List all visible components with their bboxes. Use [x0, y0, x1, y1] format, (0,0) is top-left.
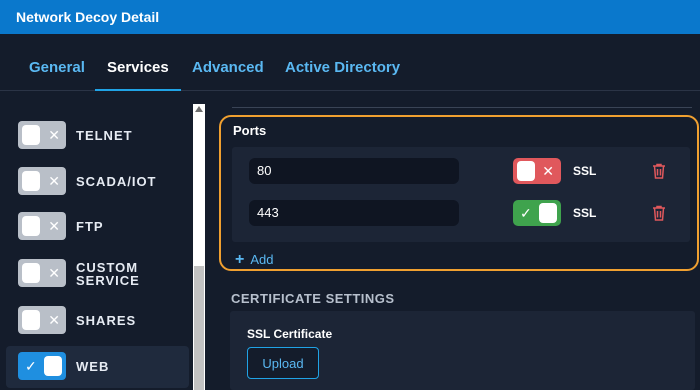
- plus-icon: +: [235, 251, 245, 268]
- close-icon: ✕: [48, 312, 60, 328]
- tab-bar: General Services Advanced Active Directo…: [0, 34, 700, 91]
- service-toggle-scada-iot[interactable]: ✕: [18, 167, 66, 195]
- title-bar: Network Decoy Detail: [0, 0, 700, 34]
- check-icon: ✓: [25, 358, 37, 374]
- service-row-web[interactable]: ✓ WEB: [6, 346, 189, 388]
- certificate-settings-title: CERTIFICATE SETTINGS: [231, 291, 395, 306]
- ssl-toggle[interactable]: ✕: [513, 158, 561, 184]
- upload-button[interactable]: Upload: [247, 347, 319, 379]
- scroll-up-arrow-icon[interactable]: [195, 106, 203, 112]
- tab-advanced[interactable]: Advanced: [192, 34, 264, 90]
- service-toggle-shares[interactable]: ✕: [18, 306, 66, 334]
- port-input[interactable]: 80: [249, 158, 459, 184]
- service-toggle-telnet[interactable]: ✕: [18, 121, 66, 149]
- ports-title: Ports: [233, 123, 267, 138]
- service-label-web: WEB: [76, 359, 110, 374]
- ssl-label: SSL: [573, 164, 597, 178]
- close-icon: ✕: [48, 265, 60, 281]
- add-port-label: Add: [250, 252, 274, 267]
- service-row-scada-iot[interactable]: ✕ SCADA/IOT: [6, 161, 189, 203]
- service-toggle-ftp[interactable]: ✕: [18, 212, 66, 240]
- ssl-toggle[interactable]: ✓: [513, 200, 561, 226]
- toggle-knob: [44, 356, 62, 376]
- section-divider: [232, 107, 692, 108]
- window-title: Network Decoy Detail: [16, 9, 160, 25]
- close-icon: ✕: [542, 163, 554, 179]
- service-label-line2: SERVICE: [76, 273, 140, 288]
- check-icon: ✓: [520, 205, 532, 221]
- service-row-telnet[interactable]: ✕ TELNET: [6, 115, 189, 157]
- ports-section: Ports 80 ✕ SSL 443 ✓ SSL + Add: [219, 115, 699, 271]
- ports-list: 80 ✕ SSL 443 ✓ SSL: [232, 147, 690, 242]
- service-label-custom-service: CUSTOM SERVICE: [76, 261, 140, 287]
- service-label-telnet: TELNET: [76, 128, 133, 143]
- tab-active-directory[interactable]: Active Directory: [285, 34, 400, 90]
- service-toggle-web[interactable]: ✓: [18, 352, 66, 380]
- close-icon: ✕: [48, 173, 60, 189]
- trash-icon[interactable]: [652, 205, 666, 221]
- tab-services[interactable]: Services: [95, 34, 181, 91]
- service-row-custom-service[interactable]: ✕ CUSTOM SERVICE: [6, 253, 189, 295]
- service-label-ftp: FTP: [76, 219, 104, 234]
- service-row-shares[interactable]: ✕ SHARES: [6, 300, 189, 342]
- certificate-section: SSL Certificate Upload: [230, 311, 695, 390]
- tab-general[interactable]: General: [29, 34, 85, 90]
- service-settings-panel: Ports 80 ✕ SSL 443 ✓ SSL + Add CERTIFICA…: [205, 91, 700, 390]
- toggle-knob: [517, 161, 535, 181]
- toggle-knob: [22, 216, 40, 236]
- toggle-knob: [22, 310, 40, 330]
- ssl-label: SSL: [573, 206, 597, 220]
- service-toggle-custom-service[interactable]: ✕: [18, 259, 66, 287]
- close-icon: ✕: [48, 127, 60, 143]
- toggle-knob: [22, 171, 40, 191]
- service-label-shares: SHARES: [76, 313, 137, 328]
- toggle-knob: [22, 125, 40, 145]
- services-sidebar: ✕ TELNET ✕ SCADA/IOT ✕ FTP ✕ CUSTOM SERV…: [0, 91, 205, 390]
- toggle-knob: [22, 263, 40, 283]
- service-label-scada-iot: SCADA/IOT: [76, 174, 157, 189]
- trash-icon[interactable]: [652, 163, 666, 179]
- add-port-button[interactable]: + Add: [235, 251, 273, 269]
- port-input[interactable]: 443: [249, 200, 459, 226]
- toggle-knob: [539, 203, 557, 223]
- service-row-ftp[interactable]: ✕ FTP: [6, 206, 189, 248]
- scrollbar-thumb[interactable]: [194, 266, 204, 390]
- ssl-certificate-label: SSL Certificate: [247, 327, 333, 341]
- sidebar-scrollbar[interactable]: [193, 104, 205, 390]
- close-icon: ✕: [48, 218, 60, 234]
